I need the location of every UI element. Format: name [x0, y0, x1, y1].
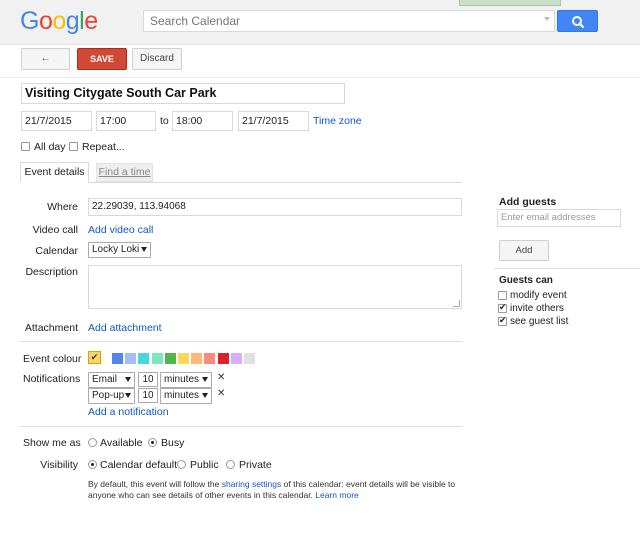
dropdown-arrow-icon	[125, 393, 131, 398]
end-date-input[interactable]: 21/7/2015	[238, 111, 309, 131]
see-guest-list-checkbox[interactable]	[498, 315, 507, 326]
where-input[interactable]: 22.29039, 113.94068	[88, 198, 462, 216]
colour-swatch[interactable]	[125, 353, 137, 364]
tab-event-details[interactable]: Event details	[20, 162, 89, 183]
search-button[interactable]	[557, 10, 598, 32]
resize-handle[interactable]	[453, 300, 460, 307]
visibility-default-label: Calendar default	[100, 459, 178, 471]
visibility-public-label: Public	[190, 459, 219, 471]
google-logo[interactable]: Google	[20, 7, 98, 36]
colour-swatch[interactable]	[151, 353, 163, 364]
visibility-private-label: Private	[239, 459, 272, 471]
notification-unit-select[interactable]: minutes	[160, 388, 212, 404]
available-label: Available	[100, 437, 143, 449]
end-time-input[interactable]: 18:00	[172, 111, 233, 131]
attachment-label: Attachment	[24, 322, 78, 334]
tab-find-a-time[interactable]: Find a time	[96, 163, 153, 182]
visibility-label: Visibility	[40, 459, 78, 471]
repeat-label: Repeat...	[82, 141, 125, 153]
discard-button[interactable]: Discard	[132, 48, 182, 70]
footnote-text-start: By default, this event will follow the	[88, 479, 222, 489]
colour-swatch[interactable]	[164, 353, 176, 364]
remove-notification-icon[interactable]: ✕	[217, 388, 225, 399]
divider	[20, 341, 462, 342]
calendar-select[interactable]: Locky Loki	[88, 242, 151, 258]
colour-swatch[interactable]	[178, 353, 189, 364]
to-label: to	[160, 115, 169, 127]
visibility-footnote: By default, this event will follow the s…	[88, 479, 468, 501]
divider	[494, 268, 640, 269]
start-time-input[interactable]: 17:00	[96, 111, 156, 131]
busy-radio[interactable]	[148, 438, 157, 447]
colour-default-swatch[interactable]: ✔	[88, 351, 101, 364]
guests-can-title: Guests can	[499, 275, 553, 286]
calendar-select-value: Locky Loki	[92, 244, 140, 255]
search-icon	[572, 16, 585, 29]
logo-letter: g	[65, 7, 80, 35]
video-call-label: Video call	[32, 224, 78, 236]
colour-swatch[interactable]	[230, 353, 242, 364]
visibility-private-radio[interactable]	[226, 460, 235, 469]
description-textarea[interactable]	[88, 265, 462, 309]
busy-label: Busy	[161, 437, 185, 449]
colour-swatch[interactable]	[204, 353, 216, 364]
invite-others-label: invite others	[510, 303, 564, 314]
sharing-settings-link[interactable]: sharing settings	[222, 479, 282, 489]
show-me-as-label: Show me as	[23, 437, 81, 449]
logo-letter: e	[84, 7, 98, 35]
colour-swatch[interactable]	[112, 353, 123, 364]
invite-others-checkbox[interactable]	[498, 302, 507, 313]
add-video-call-link[interactable]: Add video call	[88, 224, 153, 236]
notification-amount-input[interactable]: 10	[138, 372, 158, 387]
colour-swatch[interactable]	[138, 353, 150, 364]
notification-unit-select[interactable]: minutes	[160, 372, 212, 388]
logo-letter: o	[52, 7, 66, 35]
calendar-label: Calendar	[35, 245, 78, 257]
description-label: Description	[25, 266, 78, 278]
add-guest-button[interactable]: Add	[499, 240, 549, 261]
event-colour-label: Event colour	[23, 353, 82, 365]
save-button[interactable]: SAVE	[77, 48, 127, 70]
colour-swatch[interactable]	[191, 353, 203, 364]
dropdown-arrow-icon	[125, 377, 131, 382]
see-guest-list-label: see guest list	[510, 316, 569, 327]
colour-swatch[interactable]	[244, 353, 255, 364]
logo-letter: o	[38, 7, 53, 35]
remove-notification-icon[interactable]: ✕	[217, 372, 225, 383]
search-input[interactable]	[144, 11, 540, 31]
dropdown-arrow-icon	[141, 247, 147, 252]
back-button[interactable]: ←	[21, 48, 70, 70]
learn-more-link[interactable]: Learn more	[315, 490, 358, 500]
available-radio[interactable]	[88, 438, 97, 447]
dropdown-arrow-icon	[202, 377, 208, 382]
search-box[interactable]	[143, 10, 555, 32]
notification-method-select[interactable]: Pop-up	[88, 388, 135, 404]
start-date-input[interactable]: 21/7/2015	[21, 111, 92, 131]
back-arrow-icon: ←	[40, 53, 51, 64]
where-label: Where	[47, 201, 78, 213]
notification-amount-input[interactable]: 10	[138, 388, 158, 403]
visibility-default-radio[interactable]	[88, 460, 97, 469]
add-notification-link[interactable]: Add a notification	[88, 406, 169, 418]
guest-email-input[interactable]: Enter email addresses	[497, 209, 621, 227]
divider	[0, 77, 640, 78]
modify-event-label: modify event	[510, 290, 567, 301]
notifications-label: Notifications	[23, 373, 81, 385]
colour-swatch[interactable]	[217, 353, 229, 364]
all-day-label: All day	[34, 141, 66, 153]
modify-event-checkbox[interactable]	[498, 291, 507, 300]
notification-method-select[interactable]: Email	[88, 372, 135, 388]
search-options-icon[interactable]	[544, 17, 550, 21]
divider	[20, 426, 462, 427]
event-title-input[interactable]: Visiting Citygate South Car Park	[21, 83, 345, 104]
visibility-public-radio[interactable]	[177, 460, 186, 469]
add-guests-title: Add guests	[499, 196, 557, 208]
logo-letter: G	[20, 7, 39, 35]
timezone-link[interactable]: Time zone	[313, 115, 362, 127]
all-day-checkbox[interactable]	[21, 142, 30, 151]
notification-bar	[459, 0, 561, 6]
add-attachment-link[interactable]: Add attachment	[88, 322, 162, 334]
dropdown-arrow-icon	[202, 393, 208, 398]
repeat-checkbox[interactable]	[69, 142, 78, 151]
